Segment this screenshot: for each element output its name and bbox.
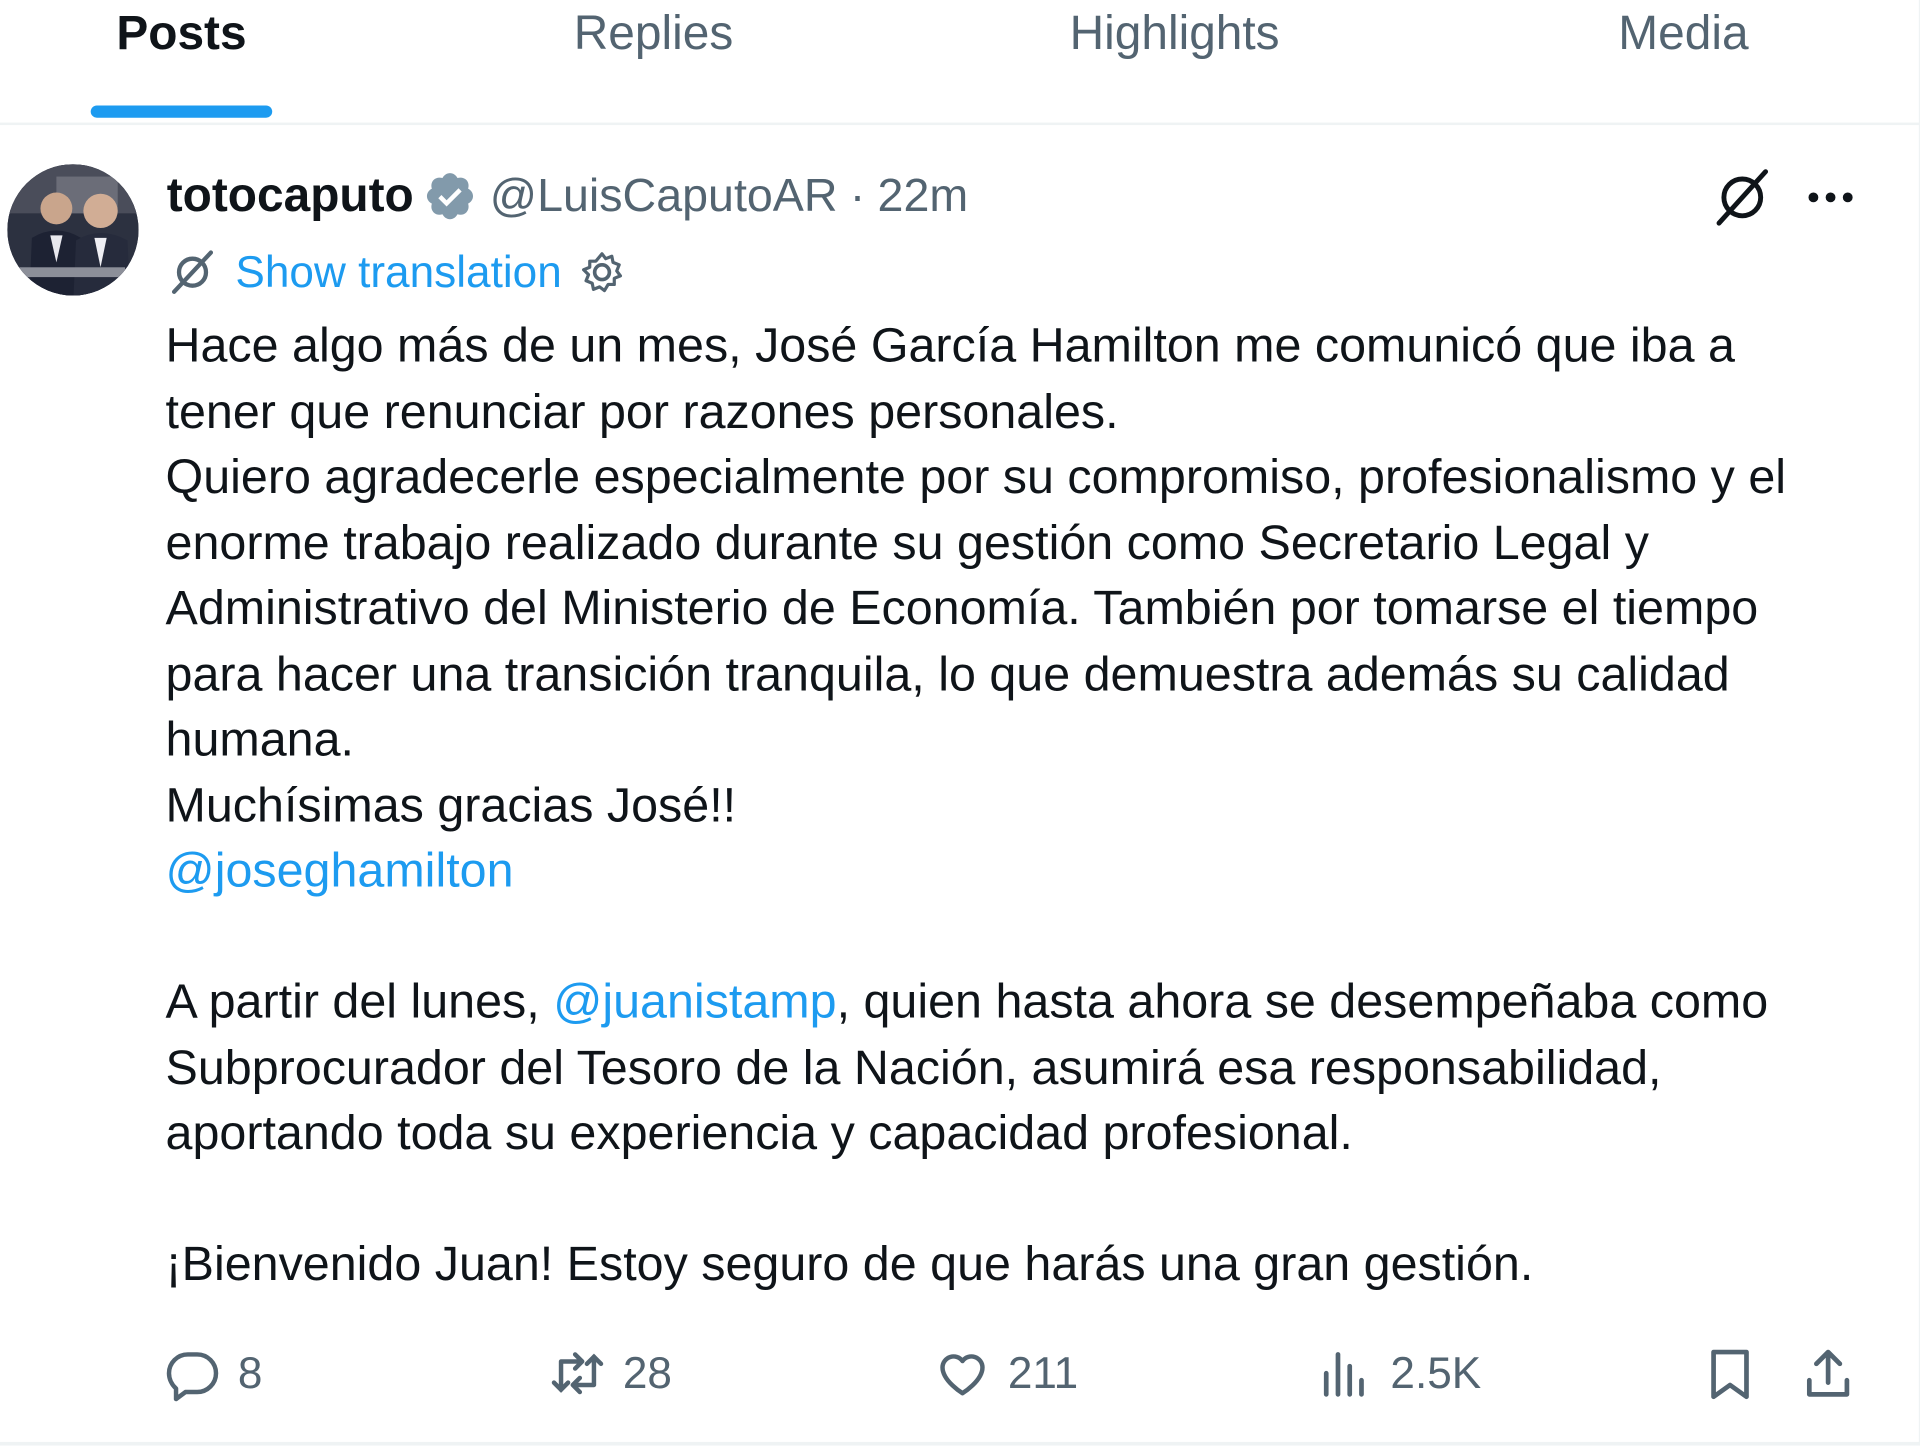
tab-highlights[interactable]: Highlights: [1027, 0, 1321, 69]
view-count: 2.5K: [1390, 1347, 1482, 1398]
text-line: Quiero agradecerle especialmente por su …: [165, 449, 1787, 504]
text-fragment: , quien hasta ahora se desempeñaba como: [836, 974, 1769, 1029]
like-count: 211: [1007, 1347, 1079, 1398]
repost-icon: [551, 1352, 604, 1395]
display-name[interactable]: totocaputo: [167, 169, 414, 223]
text-line: Muchísimas gracias José!!: [165, 777, 737, 832]
more-icon[interactable]: [1800, 167, 1861, 228]
show-translation-row: Show translation: [167, 243, 626, 302]
post-actions: 8 28 211 2.5K: [0, 1336, 1920, 1410]
tab-media[interactable]: Media: [1582, 0, 1786, 69]
post-text: Hace algo más de un mes, José García Ham…: [166, 314, 1895, 1298]
views-button[interactable]: 2.5K: [1317, 1336, 1481, 1410]
profile-timeline: Posts Replies Highlights Media totocaput…: [0, 0, 1920, 1446]
grok-icon[interactable]: [1709, 164, 1775, 230]
reply-icon: [166, 1352, 219, 1402]
show-translation-link[interactable]: Show translation: [235, 246, 561, 297]
share-button[interactable]: [1800, 1336, 1856, 1410]
settings-icon[interactable]: [579, 249, 626, 296]
verified-badge-icon: [427, 173, 474, 220]
share-icon: [1806, 1349, 1850, 1397]
tab-posts[interactable]: Posts: [91, 0, 272, 69]
tab-replies[interactable]: Replies: [531, 0, 776, 69]
mention-link[interactable]: @joseghamilton: [166, 844, 514, 898]
text-line: @joseghamilton: [166, 839, 1895, 905]
text-line: para hacer una transición tranquila, lo …: [165, 646, 1730, 701]
translate-icon: [171, 250, 214, 294]
separator-dot: ·: [849, 169, 866, 222]
avatar[interactable]: [7, 164, 139, 296]
like-button[interactable]: 211: [934, 1336, 1078, 1410]
text-line: Subprocurador del Tesoro de la Nación, a…: [165, 1040, 1662, 1095]
bookmark-icon: [1711, 1349, 1749, 1400]
text-line: Hace algo más de un mes, José García Ham…: [165, 318, 1735, 373]
avatar-photo: [7, 164, 139, 296]
views-icon: [1323, 1352, 1364, 1397]
text-line: aportando toda su experiencia y capacida…: [165, 1105, 1353, 1160]
user-handle[interactable]: @LuisCaputoAR: [490, 170, 838, 223]
like-icon: [940, 1354, 985, 1396]
mention-link[interactable]: @juanistamp: [553, 975, 836, 1029]
post-header: totocaputo @LuisCaputoAR · 22m: [167, 162, 968, 231]
text-line: Administrativo del Ministerio de Economí…: [165, 581, 1759, 636]
reply-button[interactable]: 8: [164, 1336, 262, 1410]
text-line: enorme trabajo realizado durante su gest…: [165, 515, 1649, 570]
repost-button[interactable]: 28: [549, 1336, 672, 1410]
reply-count: 8: [237, 1347, 263, 1398]
text-line: tener que renunciar por razones personal…: [165, 384, 1119, 439]
active-tab-indicator: [90, 105, 273, 118]
bookmark-button[interactable]: [1702, 1336, 1758, 1410]
text-fragment: A partir del lunes,: [165, 974, 554, 1029]
text-line: humana.: [165, 712, 354, 767]
text-line: ¡Bienvenido Juan! Estoy seguro de que ha…: [165, 1237, 1534, 1292]
text-line: A partir del lunes, @juanistamp, quien h…: [166, 970, 1895, 1036]
repost-count: 28: [622, 1347, 672, 1398]
post-timestamp[interactable]: 22m: [878, 170, 969, 223]
profile-tabs: Posts Replies Highlights Media: [0, 0, 1920, 126]
